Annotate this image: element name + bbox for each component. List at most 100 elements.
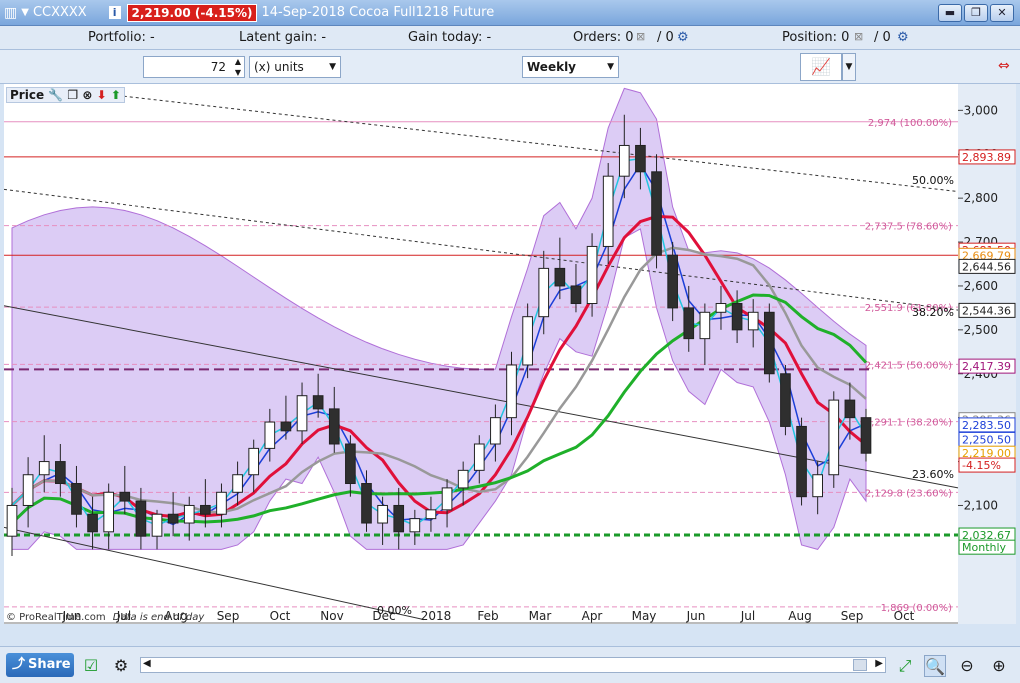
- share-icon: ⤴: [12, 657, 26, 672]
- alert-icon[interactable]: ☑: [80, 655, 102, 677]
- price-tag-label: 2,283.50: [962, 419, 1011, 432]
- candle-body: [280, 421, 292, 432]
- candle-body: [183, 504, 195, 524]
- minimize-button[interactable]: ▬: [938, 4, 962, 22]
- candle-body: [812, 474, 823, 498]
- zoom-select-icon[interactable]: 🔍: [924, 655, 946, 677]
- toolbar: 72 ▲ ▼ (x) units ▼ Weekly ▼ 📈 ▼ ⇔: [0, 50, 1020, 84]
- x-tick-label: Aug: [788, 609, 811, 623]
- move-up-icon[interactable]: ⬆: [111, 88, 121, 102]
- x-tick-label: Feb: [477, 609, 498, 623]
- candle-body: [473, 443, 485, 471]
- candle-body: [425, 509, 437, 520]
- price-badge: 2,219.00 (-4.15%): [126, 3, 258, 22]
- position-cancel-icon[interactable]: ⊠: [854, 30, 863, 43]
- units-value: (x) units: [254, 60, 304, 74]
- price-tag-label: 2,893.89: [962, 151, 1011, 164]
- candle-body: [22, 474, 34, 506]
- close-button[interactable]: ✕: [990, 4, 1014, 22]
- move-down-icon[interactable]: ⬇: [97, 88, 107, 102]
- x-tick-label: Nov: [320, 609, 343, 623]
- units-select[interactable]: (x) units ▼: [249, 56, 341, 78]
- candle-body: [731, 303, 743, 331]
- price-tag-label: Monthly: [962, 541, 1007, 554]
- candle-body: [71, 483, 82, 515]
- settings-icon[interactable]: ⚙: [110, 655, 132, 677]
- candle-body: [522, 316, 533, 366]
- orders-gear-icon[interactable]: ⚙: [677, 30, 689, 45]
- share-button[interactable]: ⤴ Share: [6, 653, 74, 677]
- info-icon[interactable]: i: [108, 6, 121, 19]
- fib-level-label: 1,869 (0.00%): [881, 603, 952, 614]
- chart-style-dropdown[interactable]: ▼: [842, 53, 856, 81]
- candle-body: [248, 447, 260, 476]
- chevron-down-icon: ▼: [607, 62, 614, 72]
- x-tick-label: Oct: [894, 609, 915, 623]
- orders-label: Orders: 0: [573, 30, 634, 45]
- candle-body: [747, 311, 759, 331]
- info-bar: Portfolio: - Latent gain: - Gain today: …: [0, 26, 1020, 50]
- autoscale-icon[interactable]: ⤢: [894, 655, 916, 677]
- wrench-icon[interactable]: 🔧: [48, 88, 63, 102]
- candle-body: [393, 504, 405, 533]
- chart-style-button[interactable]: 📈: [800, 53, 842, 81]
- fib-level-label: 2,737.5 (78.60%): [865, 222, 952, 233]
- fib-level-label: 2,291.1 (38.20%): [865, 418, 952, 429]
- x-tick-label: Sep: [841, 609, 864, 623]
- candle-body: [345, 443, 356, 485]
- window-icon[interactable]: ❐: [67, 88, 78, 102]
- candle-body: [361, 483, 372, 524]
- chart-svg[interactable]: 2,974 (100.00%)2,737.5 (78.60%)2,551.9 (…: [3, 84, 1016, 624]
- maximize-button[interactable]: ❐: [964, 4, 988, 22]
- gain-today-label: Gain today: -: [408, 30, 492, 45]
- candle-body: [409, 518, 421, 533]
- scroll-right-icon[interactable]: ▶: [875, 658, 883, 669]
- candle-body: [683, 307, 695, 340]
- x-tick-label: Jun: [686, 609, 706, 623]
- price-tag-label: 2,544.36: [962, 304, 1011, 317]
- zoom-in-icon[interactable]: ⊕: [988, 655, 1010, 677]
- candle-body: [763, 311, 775, 375]
- scroll-thumb[interactable]: [853, 659, 867, 671]
- close-icon[interactable]: ⊗: [82, 88, 92, 102]
- zoom-out-icon[interactable]: ⊖: [956, 655, 978, 677]
- candle-body: [135, 500, 147, 537]
- candle-body: [296, 395, 308, 432]
- scroll-left-icon[interactable]: ◀: [143, 658, 151, 669]
- candle-body: [200, 504, 211, 515]
- x-tick-label: 2018: [421, 609, 452, 623]
- candle-body: [602, 175, 614, 247]
- period-select[interactable]: Weekly ▼: [522, 56, 619, 78]
- candle-body: [506, 364, 517, 419]
- side-panel-toggle-icon[interactable]: ⇔: [998, 58, 1016, 76]
- x-tick-label: Jul: [740, 609, 755, 623]
- position-total: / 0: [874, 30, 891, 45]
- candle-body: [699, 311, 711, 340]
- bars-count-input[interactable]: 72 ▲ ▼: [143, 56, 245, 78]
- candle-body: [860, 417, 872, 454]
- horizontal-scrollbar[interactable]: ◀ ▶: [140, 657, 886, 673]
- orders-cancel-icon[interactable]: ⊠: [636, 30, 645, 43]
- candle-body: [119, 491, 131, 502]
- candle-body: [828, 399, 840, 476]
- dropdown-icon[interactable]: ▼: [21, 7, 29, 18]
- x-tick-label: May: [632, 609, 657, 623]
- window-title: 14-Sep-2018 Cocoa Full1218 Future: [261, 5, 495, 20]
- trend-label-38: 38.20%: [912, 306, 954, 319]
- trend-label-50: 50.00%: [912, 174, 954, 187]
- price-tag-label: 2,417.39: [962, 360, 1011, 373]
- price-tag-label: -4.15%: [962, 459, 1001, 472]
- fib-level-label: 2,421.5 (50.00%): [865, 360, 952, 371]
- credit-text: © ProRealTime.com: [6, 612, 106, 623]
- price-chart[interactable]: 2,974 (100.00%) 2,737.5 (78.60%) 2,551.9 (…: [3, 84, 1016, 624]
- spinner-icon[interactable]: ▲ ▼: [235, 56, 241, 78]
- title-bar: ▥ ▼ CCXXXX i 2,219.00 (-4.15%) 14-Sep-20…: [0, 0, 1020, 26]
- candle-body: [232, 474, 243, 493]
- candle-body: [844, 399, 856, 419]
- orders-total: / 0: [657, 30, 674, 45]
- y-tick-label: 2,100: [964, 498, 998, 512]
- candle-body: [264, 421, 276, 449]
- latent-gain-label: Latent gain: -: [239, 30, 327, 45]
- position-gear-icon[interactable]: ⚙: [897, 30, 909, 45]
- data-note: Data is end of day: [112, 612, 205, 623]
